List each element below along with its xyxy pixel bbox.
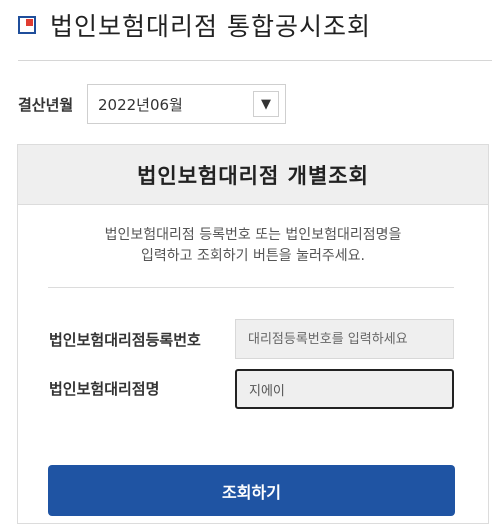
reg-number-input[interactable] [235,319,454,359]
period-select[interactable]: 2022년06월 ▼ [87,84,286,124]
agency-name-label: 법인보험대리점명 [49,380,160,398]
period-row: 결산년월 2022년06월 ▼ [18,84,286,124]
title-divider [18,60,492,61]
search-button[interactable]: 조회하기 [48,465,455,516]
agency-name-input[interactable] [235,369,454,409]
period-selected-value: 2022년06월 [98,95,183,114]
period-label: 결산년월 [18,95,74,114]
guide-divider [48,287,454,288]
guide-line-1: 법인보험대리점 등록번호 또는 법인보험대리점명을 [104,227,402,243]
panel-title: 법인보험대리점 개별조회 [137,163,369,188]
guide-line-2: 입력하고 조회하기 버튼을 눌러주세요. [141,248,365,264]
page-title-text: 법인보험대리점 통합공시조회 [50,12,371,41]
search-panel: 법인보험대리점 개별조회 법인보험대리점 등록번호 또는 법인보험대리점명을 입… [17,144,489,524]
dropdown-arrow-icon[interactable]: ▼ [253,91,279,117]
guide-text: 법인보험대리점 등록번호 또는 법인보험대리점명을 입력하고 조회하기 버튼을 … [18,225,488,267]
page-title: 법인보험대리점 통합공시조회 [18,8,371,42]
logo-square-icon [18,16,36,34]
panel-header: 법인보험대리점 개별조회 [18,145,488,205]
reg-number-label: 법인보험대리점등록번호 [49,331,201,349]
